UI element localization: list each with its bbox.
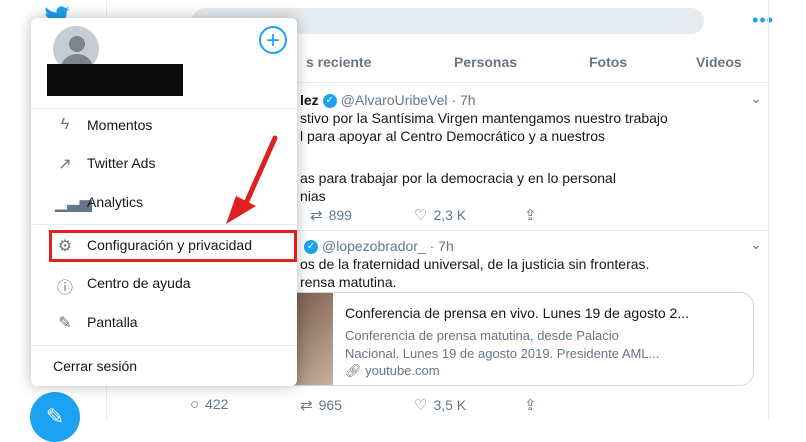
avatar-head	[69, 36, 85, 52]
reply-button[interactable]: ○ 422	[190, 396, 228, 413]
tweet-header: ✓ @lopezobrador_ · 7h	[300, 238, 454, 255]
bar-chart-icon: ▁▃▅	[55, 195, 92, 212]
retweet-button[interactable]: ⇄ 965	[300, 396, 342, 414]
tab-recent[interactable]: s reciente	[306, 54, 371, 70]
lightning-icon: ϟ	[60, 116, 70, 133]
heart-icon: ♡	[414, 397, 428, 414]
feather-plus-icon: ✎	[45, 404, 65, 429]
share-button[interactable]: ⇪	[524, 396, 543, 414]
menu-item-label: Momentos	[87, 117, 153, 133]
tweet-text-line: nias	[300, 188, 326, 204]
heart-icon: ♡	[414, 207, 428, 224]
tab-photos[interactable]: Fotos	[589, 54, 627, 70]
retweet-count: 899	[328, 207, 352, 223]
card-description: Conferencia de prensa matutina, desde Pa…	[345, 327, 659, 363]
tab-videos[interactable]: Videos	[696, 54, 742, 70]
plus-icon: +	[265, 27, 280, 54]
chevron-down-icon[interactable]: ⌄	[750, 90, 762, 107]
highlight-box	[49, 230, 297, 262]
like-button[interactable]: ♡ 2,3 K	[414, 206, 466, 224]
edit-icon: ✎	[58, 315, 72, 332]
tweet-author-handle[interactable]: @lopezobrador_	[322, 238, 426, 254]
verified-badge-icon: ✓	[322, 94, 337, 109]
retweet-button[interactable]: ⇄ 899	[310, 206, 352, 224]
menu-divider	[31, 345, 297, 346]
share-icon: ⇪	[524, 397, 537, 414]
like-count: 2,3 K	[433, 207, 467, 223]
tweet-text-line: rensa matutina.	[300, 274, 397, 290]
more-options-icon[interactable]: •••	[752, 10, 774, 31]
tweet-author-name[interactable]: lez	[300, 92, 319, 108]
menu-item-label: Centro de ayuda	[87, 275, 191, 291]
tweet-timestamp[interactable]: · 7h	[451, 92, 475, 108]
share-icon: ⇪	[524, 207, 537, 224]
card-description-line: Nacional. Lunes 19 de agosto 2019. Presi…	[345, 346, 660, 361]
tweet-text-line: os de la fraternidad universal, de la ju…	[300, 256, 650, 272]
tweet-timestamp[interactable]: · 7h	[430, 238, 454, 254]
logout-link[interactable]: Cerrar sesión	[53, 358, 137, 374]
tab-people[interactable]: Personas	[454, 54, 517, 70]
redacted-username	[47, 64, 183, 96]
verified-badge-icon: ✓	[304, 240, 318, 255]
account-menu: + ϟ Momentos ↗ Twitter Ads ▁▃▅ Analytics…	[31, 18, 297, 386]
tweet-text-line: l para apoyar al Centro Democrático y a …	[300, 128, 606, 144]
share-button[interactable]: ⇪	[524, 206, 543, 224]
card-link-domain: youtube.com	[365, 363, 440, 378]
retweet-icon: ⇄	[300, 397, 313, 414]
link-icon: 🔗︎	[345, 363, 362, 378]
card-description-line: Conferencia de prensa matutina, desde Pa…	[345, 328, 619, 343]
card-link: 🔗︎ youtube.com	[345, 363, 440, 379]
card-title: Conferencia de prensa en vivo. Lunes 19 …	[345, 305, 690, 321]
help-icon: ⓘ	[56, 280, 73, 297]
tweet-header: lez ✓ @AlvaroUribeVel · 7h	[300, 92, 476, 109]
menu-item-label: Analytics	[87, 194, 144, 210]
external-arrow-icon: ↗	[58, 156, 72, 173]
menu-item-label: Pantalla	[87, 314, 138, 330]
menu-item-help-center[interactable]: ⓘ Centro de ayuda	[31, 266, 297, 302]
like-button[interactable]: ♡ 3,5 K	[414, 396, 466, 414]
retweet-count: 965	[318, 397, 342, 413]
menu-item-analytics[interactable]: ▁▃▅ Analytics	[31, 185, 297, 221]
chevron-down-icon[interactable]: ⌄	[750, 236, 762, 253]
reply-count: 422	[205, 396, 229, 412]
tweet-author-handle[interactable]: @AlvaroUribeVel	[341, 92, 448, 108]
tweet-text-line: stivo por la Santísima Virgen mantengamo…	[300, 110, 668, 126]
menu-item-momentos[interactable]: ϟ Momentos	[31, 108, 297, 144]
compose-tweet-button[interactable]: ✎	[30, 392, 80, 442]
menu-item-twitter-ads[interactable]: ↗ Twitter Ads	[31, 146, 297, 182]
add-account-button[interactable]: +	[259, 26, 287, 54]
like-count: 3,5 K	[433, 397, 467, 413]
column-divider	[768, 0, 769, 420]
reply-icon: ○	[190, 396, 200, 413]
menu-divider	[31, 224, 297, 225]
tweet-text-line: as para trabajar por la democracia y en …	[300, 170, 616, 186]
retweet-icon: ⇄	[310, 207, 323, 224]
menu-item-display[interactable]: ✎ Pantalla	[31, 305, 297, 341]
menu-item-label: Twitter Ads	[87, 155, 156, 171]
